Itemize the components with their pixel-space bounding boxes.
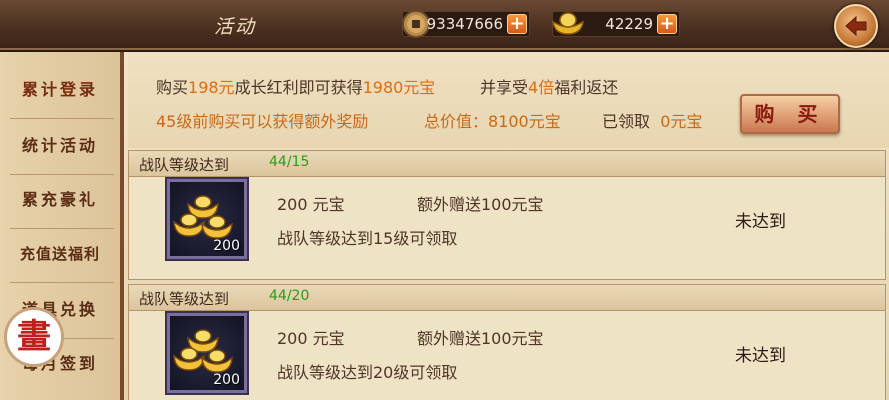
add-ingot-button[interactable]: + [657,14,677,34]
level-progress: 44/15 [269,154,310,170]
card-header: 战队等级达到 44/20 [129,285,885,311]
level-progress: 44/20 [269,288,310,304]
total-value-label: 总价值： [424,112,489,131]
claimed-amount: 0元宝 [660,112,703,131]
reward-item[interactable]: 200 [167,313,247,393]
divider [10,282,114,283]
sidebar-item-stats-activity[interactable]: 统计活动 [4,124,116,168]
divider [10,118,114,119]
total-value-amount: 8100元宝 [488,112,561,131]
text: 购买 [156,78,189,97]
offer-line-1b: 并享受4倍福利返还 [480,74,618,98]
reward-count: 200 [213,372,240,388]
claimed-value: 已领取 0元宝 [602,108,702,132]
reward-amount: 200 元宝 [277,195,345,214]
buy-button[interactable]: 购 买 [740,94,840,134]
main-panel: 购买198元成长红利即可获得1980元宝 并享受4倍福利返还 45级前购买可以获… [124,52,889,400]
card-header: 战队等级达到 44/15 [129,151,885,177]
claim-condition: 战队等级达到20级可领取 [277,363,458,382]
divider [10,228,114,229]
reward-bonus: 额外赠送100元宝 [417,195,544,214]
divider [10,174,114,175]
sidebar: 累计登录 统计活动 累充豪礼 充值送福利 道具兑换 每月签到 畫 [0,52,124,400]
total-value: 总价值：8100元宝 [424,108,561,132]
offer-line-1: 购买198元成长红利即可获得1980元宝 [156,74,435,98]
top-bar: 活动 93347666 + 42229 + [0,0,889,50]
ingot-resource: 42229 + [552,11,680,37]
ingot-value: 42229 [605,15,653,33]
text: 并享受 [480,78,529,97]
reward-bonus: 额外赠送100元宝 [417,329,544,348]
copper-resource: 93347666 + [402,10,530,38]
reward-count: 200 [213,238,240,254]
game-screen: 活动 93347666 + 42229 + 累计登录 统计活动 累充豪礼 充值送… [0,0,889,400]
claim-status: 未达到 [735,346,786,366]
page-title: 活动 [214,16,257,38]
seal-logo[interactable]: 畫 [4,307,64,367]
card-header-label: 战队等级达到 [139,290,230,308]
sidebar-item-recharge-benefit[interactable]: 充值送福利 [4,232,116,276]
gold-ingot-icon [551,8,585,45]
sidebar-item-recharge-gift[interactable]: 累充豪礼 [4,178,116,222]
offer-price: 198元 [188,78,235,97]
offer-amount: 1980元宝 [362,78,436,97]
copper-value: 93347666 [426,15,503,33]
reward-item[interactable]: 200 [167,179,247,259]
text: 福利返还 [554,78,619,97]
text: 成长红利即可获得 [234,78,363,97]
offer-line-2: 45级前购买可以获得额外奖励 [156,112,369,131]
sidebar-item-cumulative-login[interactable]: 累计登录 [4,68,116,112]
claimed-label: 已领取 [602,112,651,131]
back-arrow-icon [845,15,867,37]
claim-condition: 战队等级达到15级可领取 [277,229,458,248]
reward-card: 战队等级达到 44/15 200 200 元宝 额外赠送100元宝 战队等级达到… [128,150,886,280]
reward-card: 战队等级达到 44/20 200 200 元宝 额外赠送100元宝 战队等级达到… [128,284,886,400]
back-button[interactable] [834,4,878,48]
reward-amount: 200 元宝 [277,329,345,348]
claim-status: 未达到 [735,212,786,232]
add-copper-button[interactable]: + [507,14,527,34]
offer-banner: 购买198元成长红利即可获得1980元宝 并享受4倍福利返还 45级前购买可以获… [128,52,889,148]
offer-multiplier: 4倍 [528,78,555,97]
card-header-label: 战队等级达到 [139,156,230,174]
